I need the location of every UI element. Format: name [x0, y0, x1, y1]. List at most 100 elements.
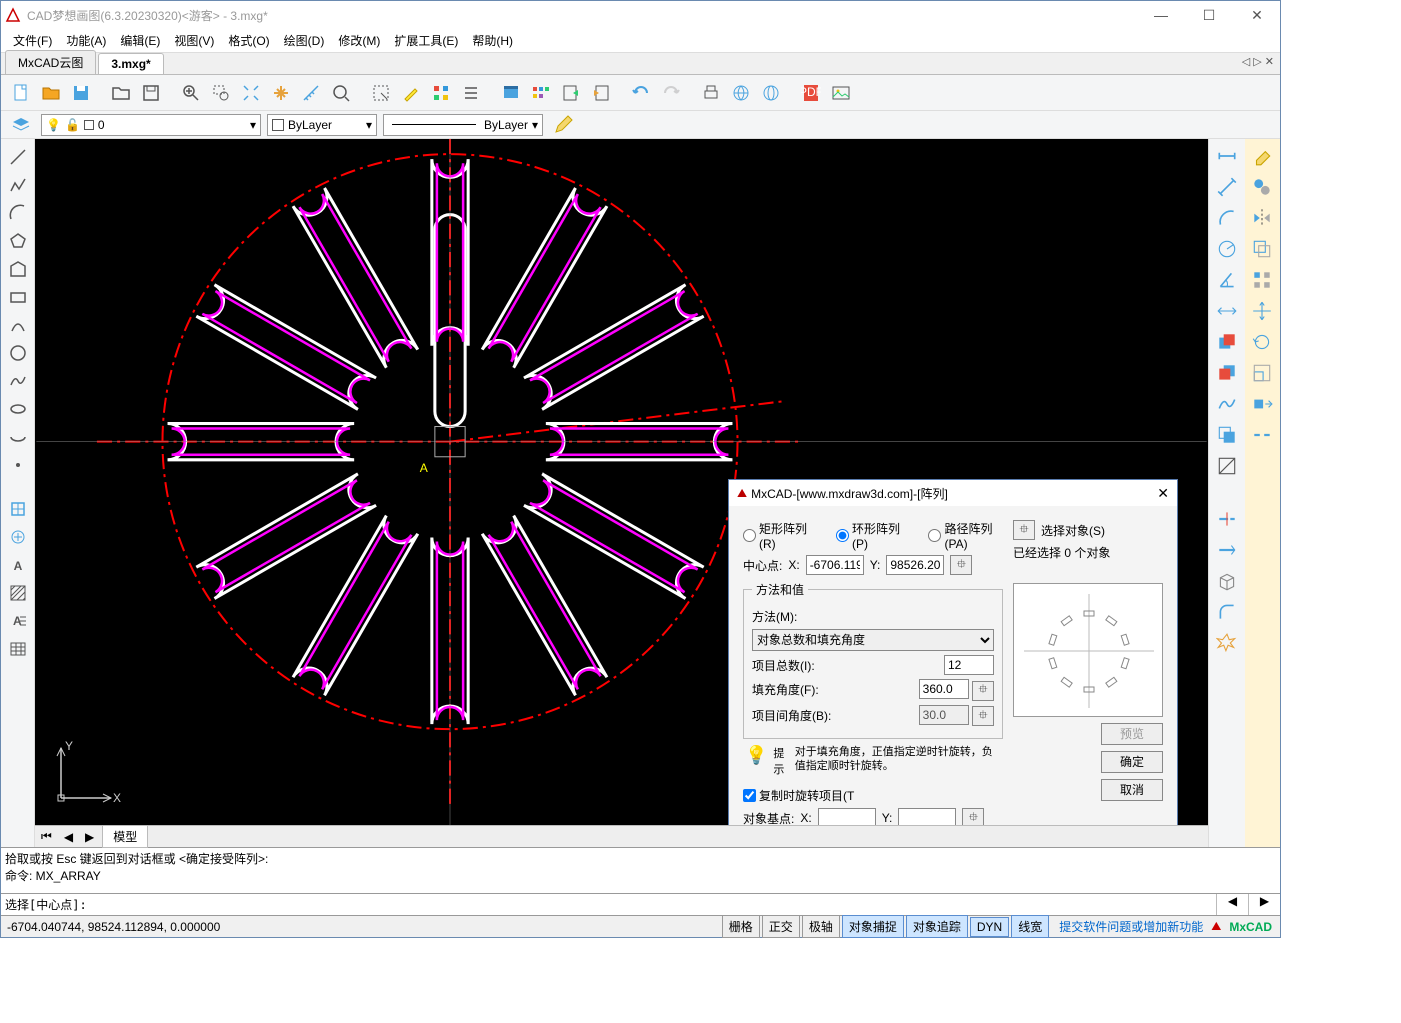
status-otrack[interactable]: 对象追踪 [906, 915, 968, 938]
print-icon[interactable] [697, 79, 725, 107]
minimize-button[interactable]: — [1146, 7, 1176, 24]
rotate-checkbox[interactable]: 复制时旋转项目(T [743, 787, 854, 804]
extend-icon[interactable] [1216, 539, 1238, 564]
close-button[interactable]: ✕ [1242, 7, 1272, 24]
spline2-icon[interactable] [1216, 393, 1238, 418]
tab-next-icon[interactable]: ▶ [79, 830, 100, 844]
hatch-icon[interactable] [6, 581, 30, 605]
undo-icon[interactable] [627, 79, 655, 107]
copy-back-icon[interactable] [1216, 362, 1238, 387]
pdf-icon[interactable]: PDF [797, 79, 825, 107]
web-icon[interactable] [727, 79, 755, 107]
array-icon[interactable] [1251, 269, 1273, 294]
copy2-icon[interactable] [1251, 176, 1273, 201]
menu-format[interactable]: 格式(O) [222, 30, 275, 51]
select-icon[interactable] [367, 79, 395, 107]
select-objects-icon[interactable]: ⯐ [1013, 520, 1035, 540]
radio-rect[interactable]: 矩形阵列(R) [743, 520, 812, 551]
model-tab[interactable]: 模型 [102, 825, 148, 848]
rotate-icon[interactable] [1251, 331, 1273, 356]
tab-first-icon[interactable]: ⏮ [35, 829, 58, 844]
break-icon[interactable] [1251, 424, 1273, 449]
dim-radius-icon[interactable] [1216, 238, 1238, 263]
preview-button[interactable]: 预览 [1101, 723, 1163, 745]
command-input[interactable] [91, 894, 1216, 915]
pick-angle-icon[interactable]: ⯐ [972, 681, 994, 701]
menu-file[interactable]: 文件(F) [7, 30, 58, 51]
cancel-button[interactable]: 取消 [1101, 779, 1163, 801]
gradient-icon[interactable] [1216, 455, 1238, 480]
pick-item-angle-icon[interactable]: ⯐ [972, 706, 994, 726]
web2-icon[interactable] [757, 79, 785, 107]
base-x-input[interactable] [818, 808, 876, 825]
tab-prev-icon[interactable]: ◀ [58, 830, 79, 844]
offset-icon[interactable] [1251, 238, 1273, 263]
measure-icon[interactable] [297, 79, 325, 107]
ellipse-arc-icon[interactable] [6, 425, 30, 449]
explode-icon[interactable] [1216, 632, 1238, 657]
dim-angle-icon[interactable] [1216, 269, 1238, 294]
open-icon[interactable] [37, 79, 65, 107]
line-icon[interactable] [6, 145, 30, 169]
arc-icon[interactable] [6, 201, 30, 225]
status-lwt[interactable]: 线宽 [1011, 915, 1049, 938]
select-objects-label[interactable]: 选择对象(S) [1041, 522, 1105, 539]
image-icon[interactable] [827, 79, 855, 107]
pencil-icon[interactable] [549, 111, 577, 139]
maximize-button[interactable]: ☐ [1194, 7, 1224, 24]
window-icon[interactable] [497, 79, 525, 107]
linetype-combo[interactable]: ByLayer ▾ [383, 114, 543, 136]
menu-draw[interactable]: 绘图(D) [278, 30, 331, 51]
stretch-icon[interactable] [1251, 393, 1273, 418]
pick-center-icon[interactable]: ⯐ [950, 555, 972, 575]
new-icon[interactable] [7, 79, 35, 107]
dim-linear-icon[interactable] [1216, 145, 1238, 170]
circle-icon[interactable] [6, 341, 30, 365]
ok-button[interactable]: 确定 [1101, 751, 1163, 773]
highlight-icon[interactable] [397, 79, 425, 107]
tab-file[interactable]: 3.mxg* [98, 53, 163, 74]
status-ortho[interactable]: 正交 [762, 915, 800, 938]
trim-icon[interactable] [1216, 508, 1238, 533]
menu-edit[interactable]: 编辑(E) [114, 30, 166, 51]
status-dyn[interactable]: DYN [970, 917, 1009, 937]
fill-angle-input[interactable] [919, 679, 969, 699]
pentagon-icon[interactable] [6, 257, 30, 281]
polyline-icon[interactable] [6, 173, 30, 197]
rectangle-icon[interactable] [6, 285, 30, 309]
pick-base-icon[interactable]: ⯐ [962, 808, 984, 825]
color-combo[interactable]: ByLayer ▾ [267, 114, 377, 136]
copy-front-icon[interactable] [1216, 331, 1238, 356]
arc2-icon[interactable] [6, 313, 30, 337]
group-icon[interactable] [1216, 424, 1238, 449]
dim-arc-icon[interactable] [1216, 207, 1238, 232]
item-angle-input[interactable] [919, 705, 969, 725]
zoom-icon[interactable] [327, 79, 355, 107]
zoom-window-icon[interactable] [207, 79, 235, 107]
save-icon[interactable] [67, 79, 95, 107]
scale-icon[interactable] [1251, 362, 1273, 387]
status-grid[interactable]: 栅格 [722, 915, 760, 938]
menu-help[interactable]: 帮助(H) [466, 30, 519, 51]
dim-aligned-icon[interactable] [1216, 176, 1238, 201]
status-polar[interactable]: 极轴 [802, 915, 840, 938]
save2-icon[interactable] [137, 79, 165, 107]
ellipse-icon[interactable] [6, 397, 30, 421]
text-icon[interactable]: A [6, 553, 30, 577]
pan-icon[interactable] [267, 79, 295, 107]
zoom-in-icon[interactable] [177, 79, 205, 107]
zoom-extents-icon[interactable] [237, 79, 265, 107]
drawing-canvas[interactable]: A Y X 015 ⛰ [35, 139, 1208, 825]
mirror-icon[interactable] [1251, 207, 1273, 232]
list-icon[interactable] [457, 79, 485, 107]
dialog-close-icon[interactable]: ✕ [1157, 485, 1169, 502]
base-y-input[interactable] [898, 808, 956, 825]
tab-scroll[interactable]: ◁ ▷ ✕ [1242, 55, 1274, 68]
menu-func[interactable]: 功能(A) [60, 30, 112, 51]
radio-polar[interactable]: 环形阵列(P) [836, 520, 904, 551]
dim-horiz-icon[interactable] [1216, 300, 1238, 325]
tab-cloud[interactable]: MxCAD云图 [5, 50, 96, 74]
fillet-icon[interactable] [1216, 601, 1238, 626]
erase-icon[interactable] [1251, 145, 1273, 170]
cmdline-right-icon[interactable]: ▶ [1248, 894, 1280, 915]
